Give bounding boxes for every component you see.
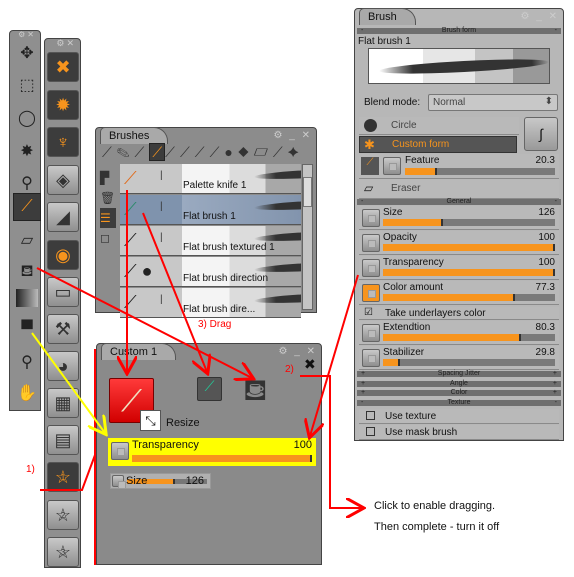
annotation-note1: Click to enable dragging. <box>374 500 496 512</box>
annotation-arrows <box>31 190 574 565</box>
annotation-note2: Then complete - turn it off <box>374 521 500 533</box>
annotation-step1: 1) <box>26 464 35 475</box>
arrow-transparency <box>310 274 359 436</box>
annotation-step2: 2) <box>285 364 294 375</box>
arrow-wrench <box>300 375 362 508</box>
annotation-step3: 3) Drag <box>198 319 232 330</box>
arrow-flat-brush <box>142 212 207 372</box>
line-step1 <box>40 454 96 491</box>
